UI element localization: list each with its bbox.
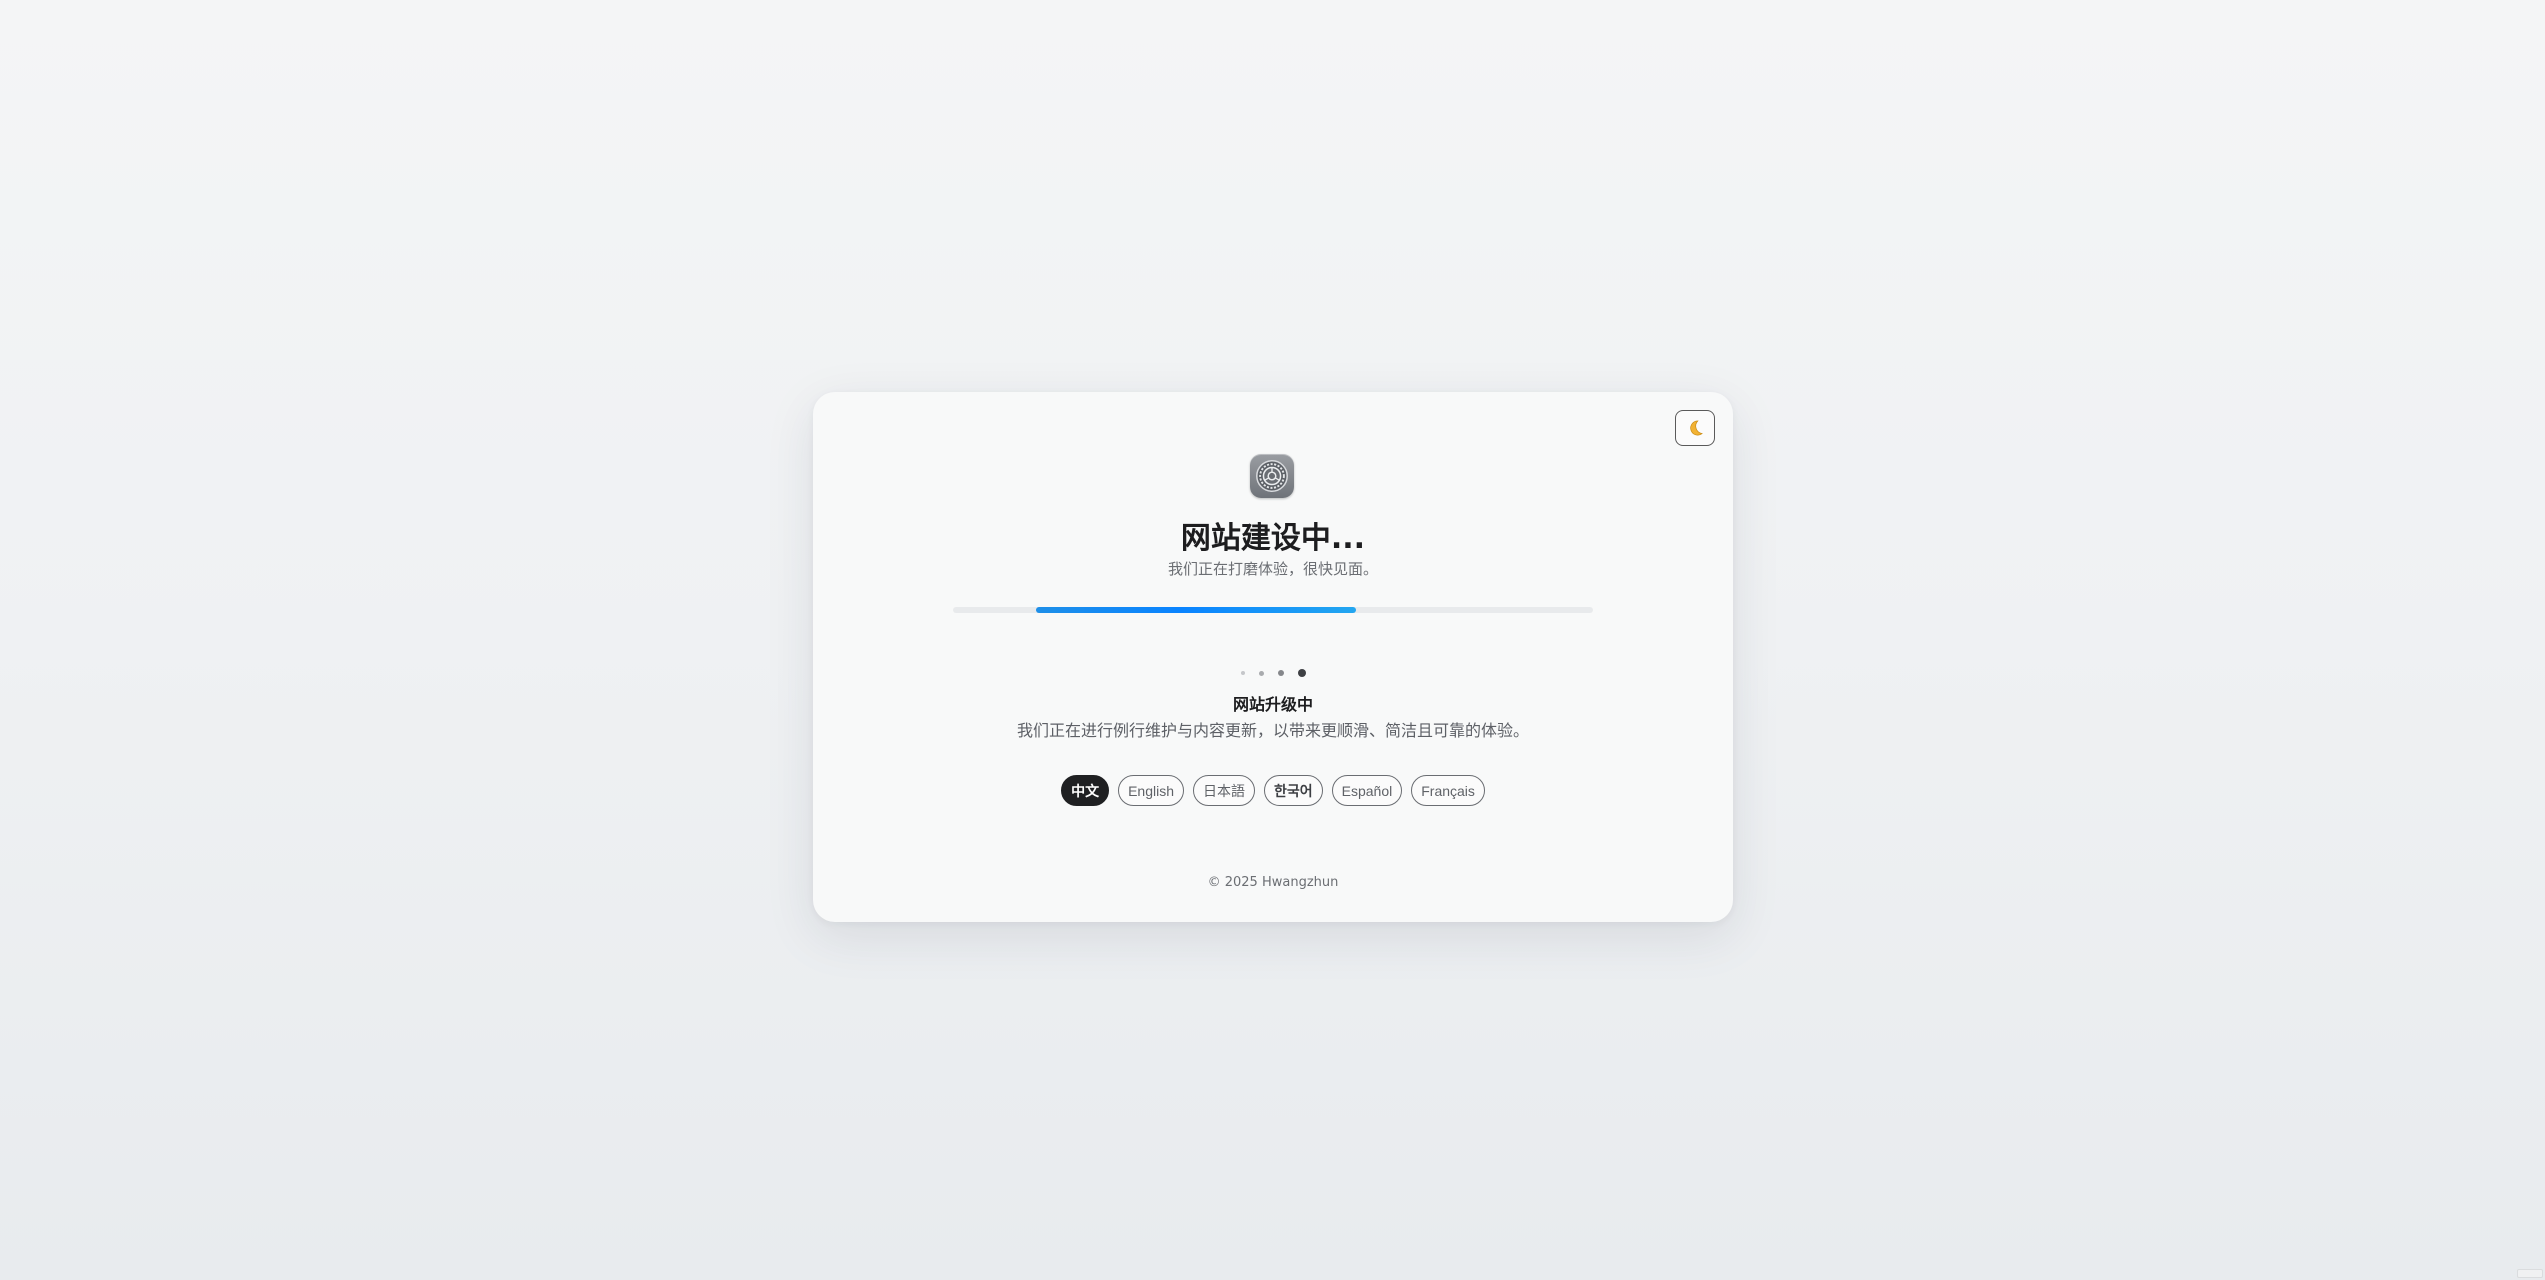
status-heading: 网站升级中 <box>1232 695 1313 714</box>
language-button-ja[interactable]: 日本語 <box>1193 775 1255 806</box>
maintenance-card: 网站建设中... 我们正在打磨体验，很快见面。 网站升级中 我们正在进行例行维护… <box>813 392 1733 922</box>
page-subtitle: 我们正在打磨体验，很快见面。 <box>1167 560 1378 578</box>
language-button-es[interactable]: Español <box>1331 775 1403 806</box>
carousel-indicator <box>813 667 1733 679</box>
carousel-dot[interactable] <box>1258 670 1264 676</box>
carousel-dot-active[interactable] <box>1297 669 1306 677</box>
progress-bar <box>953 607 1593 613</box>
theme-toggle-button[interactable] <box>1675 410 1715 446</box>
carousel-dot[interactable] <box>1277 670 1284 676</box>
language-button-fr[interactable]: Français <box>1411 775 1485 806</box>
progress-fill <box>1036 607 1357 613</box>
corner-badge <box>2517 1269 2543 1278</box>
footer-copyright: © 2025 Hwangzhun <box>1207 875 1339 890</box>
language-button-ko[interactable]: 한국어 <box>1264 775 1323 806</box>
moon-icon <box>1685 418 1705 438</box>
language-button-en[interactable]: English <box>1118 775 1184 806</box>
language-switcher: 中文 English 日本語 한국어 Español Français <box>813 775 1733 806</box>
carousel-dot[interactable] <box>1240 671 1245 675</box>
settings-gear-icon <box>1250 454 1294 498</box>
page-title: 网站建设中... <box>1180 521 1366 556</box>
status-description: 我们正在进行例行维护与内容更新，以带来更顺滑、简洁且可靠的体验。 <box>1016 721 1529 740</box>
language-button-zh[interactable]: 中文 <box>1061 775 1110 806</box>
